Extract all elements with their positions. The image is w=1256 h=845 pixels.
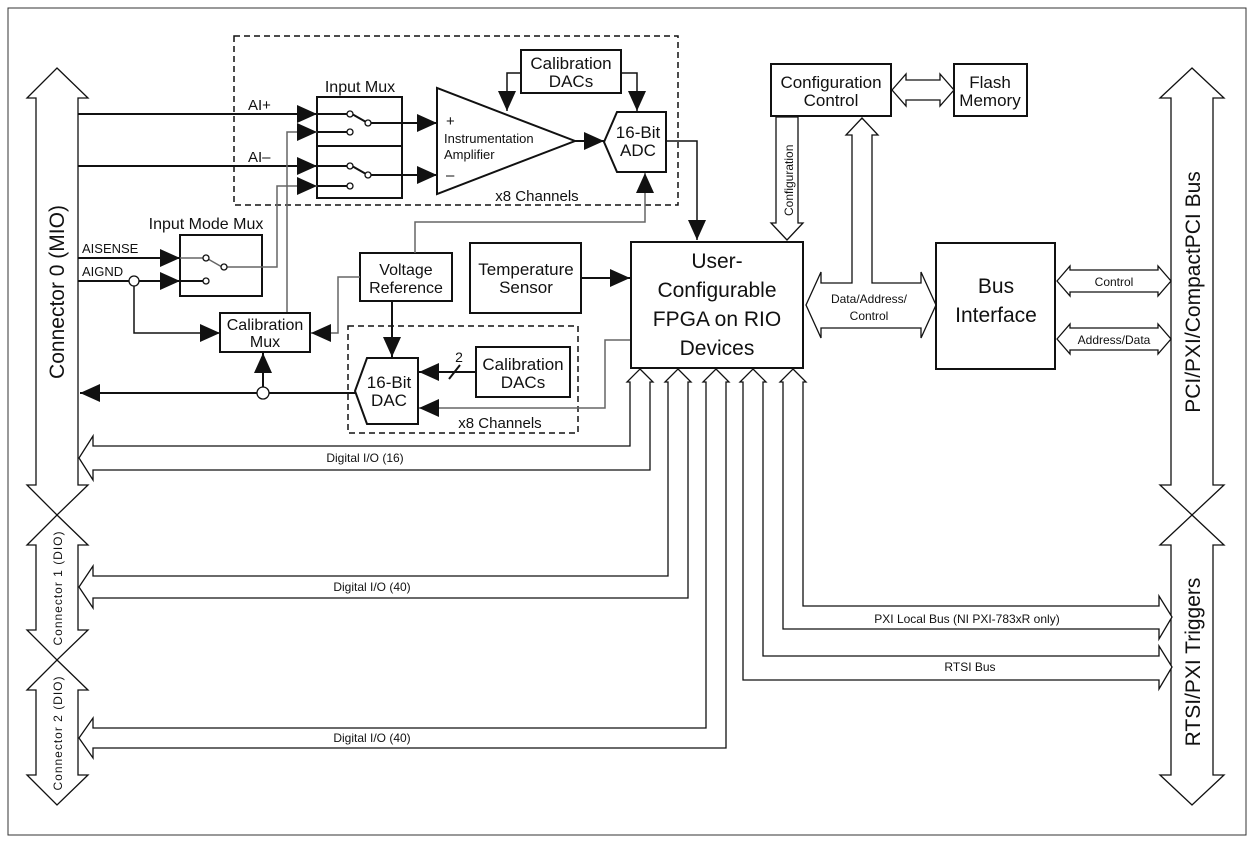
amp-minus-label: – [446, 167, 455, 184]
adc-16-bit: 16-Bit ADC [602, 111, 667, 173]
dio-16-label: Digital I/O (16) [326, 451, 403, 465]
dio-40-conn1-label: Digital I/O (40) [333, 580, 410, 594]
pci-bus-arrow: PCI/PXI/CompactPCI Bus [1158, 67, 1226, 516]
vref-line1: Voltage [379, 262, 432, 279]
connector-2-arrow: Connector 2 (DIO) [25, 659, 90, 806]
fpga-block: User- Configurable FPGA on RIO Devices [630, 241, 804, 369]
connector-2-label: Connector 2 (DIO) [51, 675, 65, 790]
cal-mux-line2: Mux [250, 334, 280, 351]
aignd-node [128, 275, 140, 287]
amp-label-line1: Instrumentation [444, 131, 534, 146]
connector-0-label: Connector 0 (MIO) [46, 205, 69, 379]
connector-1-label: Connector 1 (DIO) [51, 530, 65, 645]
instrumentation-amplifier: + – Instrumentation Amplifier [436, 86, 578, 196]
input-mux-label: Input Mux [325, 79, 395, 96]
dac-16-bit: 16-Bit DAC [353, 357, 419, 425]
ao-calibration-dacs: Calibration DACs [475, 346, 571, 398]
ao-channels-label: x8 Channels [458, 415, 541, 432]
rtsi-triggers-label: RTSI/PXI Triggers [1182, 578, 1205, 747]
adc-line2: ADC [620, 141, 656, 160]
bus-interface-line2: Interface [955, 304, 1037, 327]
fpga-line1: User- [691, 250, 742, 273]
rtsi-triggers-arrow: RTSI/PXI Triggers [1158, 514, 1226, 806]
amp-label-line2: Amplifier [444, 147, 495, 162]
ai-channels-label: x8 Channels [495, 188, 578, 205]
input-mode-mux-label: Input Mode Mux [149, 216, 264, 233]
ao-cal-dacs-line1: Calibration [482, 355, 563, 374]
rtsi-bus-label: RTSI Bus [944, 660, 995, 674]
rtsi-bus-arrow [738, 368, 1173, 692]
aignd-label: AIGND [82, 264, 123, 279]
data-address-control-label2: Control [850, 309, 889, 323]
pxi-local-bus-label: PXI Local Bus (NI PXI-783xR only) [874, 612, 1059, 626]
ai-minus-label: AI– [248, 149, 271, 166]
config-control-line2: Control [804, 91, 859, 110]
adc-line1: 16-Bit [616, 123, 661, 142]
cal-dacs-line1: Calibration [530, 54, 611, 73]
connector-0-arrow: Connector 0 (MIO) [25, 67, 90, 516]
fpga-line4: Devices [680, 337, 755, 360]
voltage-reference: Voltage Reference [359, 252, 453, 302]
input-mode-mux [179, 234, 263, 297]
pci-bus-label: PCI/PXI/CompactPCI Bus [1182, 171, 1205, 413]
pxi-local-bus-arrow [778, 368, 1173, 642]
vref-line2: Reference [369, 280, 443, 297]
flash-line2: Memory [959, 91, 1021, 110]
configuration-control: Configuration Control [770, 63, 892, 117]
fpga-line2: Configurable [657, 279, 776, 302]
bus-interface: Bus Interface [935, 242, 1056, 370]
control-bus-label: Control [1095, 275, 1134, 289]
aisense-label: AISENSE [82, 241, 139, 256]
ai-calibration-dacs: Calibration DACs [520, 49, 622, 94]
amp-plus-label: + [446, 113, 455, 130]
temp-sensor-line1: Temperature [478, 260, 573, 279]
config-control-line1: Configuration [780, 73, 881, 92]
ai-plus-label: AI+ [248, 97, 271, 114]
temp-sensor-line2: Sensor [499, 278, 553, 297]
daq-block-diagram: Connector 0 (MIO) Connector 1 (DIO) Conn… [7, 7, 1247, 836]
calibration-mux: Calibration Mux [219, 312, 311, 353]
ao-cal-dacs-line2: DACs [501, 373, 545, 392]
input-mux: Input Mux [316, 79, 403, 199]
bus-interface-line1: Bus [978, 275, 1014, 298]
address-data-bus-label: Address/Data [1078, 333, 1151, 347]
fpga-line3: FPGA on RIO [653, 308, 781, 331]
dac-line1: 16-Bit [367, 373, 412, 392]
data-address-control-label1: Data/Address/ [831, 292, 908, 306]
cal-mux-line1: Calibration [227, 317, 303, 334]
bus-width-label: 2 [455, 349, 463, 365]
dio-40-conn2-label: Digital I/O (40) [333, 731, 410, 745]
flash-line1: Flash [969, 73, 1011, 92]
config-flash-arrow [891, 72, 955, 108]
configuration-label: Configuration [782, 145, 796, 216]
ao-node [256, 386, 270, 400]
temperature-sensor: Temperature Sensor [469, 242, 582, 314]
dac-line2: DAC [371, 391, 407, 410]
cal-dacs-line2: DACs [549, 72, 593, 91]
flash-memory: Flash Memory [953, 63, 1028, 117]
